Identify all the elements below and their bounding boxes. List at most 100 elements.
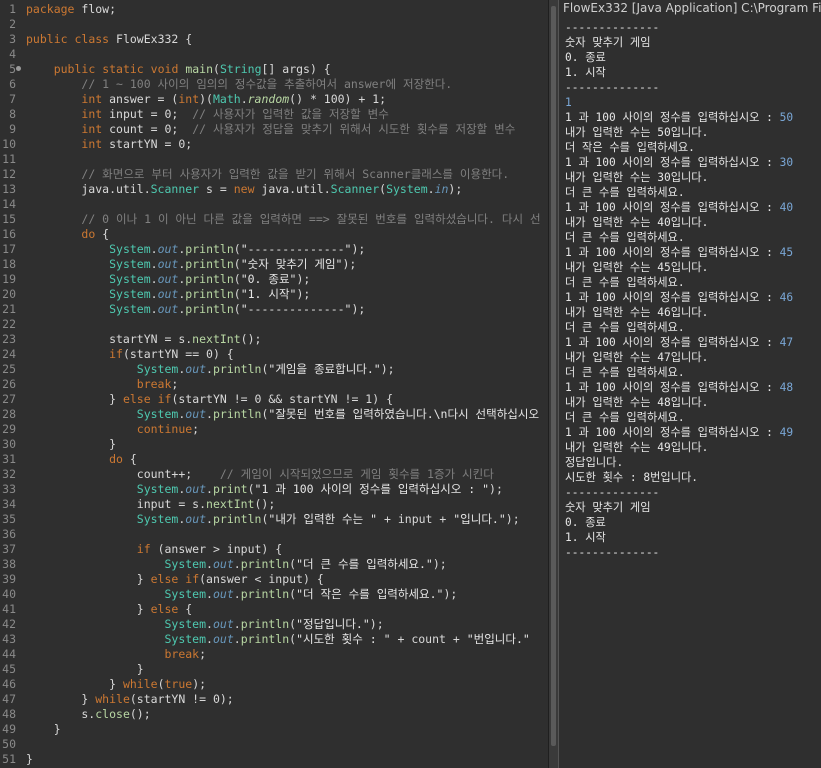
code-line[interactable]: } (26, 437, 116, 452)
code-line[interactable]: System.out.println("내가 입력한 수는 " + input … (26, 512, 520, 527)
line-number: 24 (2, 347, 16, 361)
line-number: 4 (9, 47, 16, 61)
code-line[interactable]: if(startYN == 0) { (26, 347, 234, 362)
line-number: 17 (2, 242, 16, 256)
console-line: 내가 입력한 수는 30입니다. (565, 171, 709, 184)
line-number: 34 (2, 497, 16, 511)
console-line: 1 과 100 사이의 정수를 입력하십시오 : 40 (565, 201, 794, 214)
code-line[interactable]: } (26, 662, 144, 677)
line-number: 44 (2, 647, 16, 661)
code-line[interactable]: public static void main(String[] args) { (26, 62, 331, 77)
code-line[interactable]: // 1 ~ 100 사이의 임의의 정수값을 추출하여서 answer에 저장… (26, 77, 452, 92)
line-number: 22 (2, 317, 16, 331)
console-line: 내가 입력한 수는 49입니다. (565, 441, 709, 454)
console-line: 내가 입력한 수는 50입니다. (565, 126, 709, 139)
console-line: -------------- (565, 21, 660, 34)
code-line[interactable]: System.out.println("--------------"); (26, 302, 365, 317)
code-line[interactable]: continue; (26, 422, 199, 437)
code-line[interactable]: System.out.println("정답입니다."); (26, 617, 383, 632)
code-line[interactable]: } else if(startYN != 0 && startYN != 1) … (26, 392, 393, 407)
line-number: 47 (2, 692, 16, 706)
line-number: 16 (2, 227, 16, 241)
console-line: 1 과 100 사이의 정수를 입력하십시오 : 48 (565, 381, 794, 394)
code-line[interactable]: } else if(answer < input) { (26, 572, 324, 587)
code-line[interactable]: System.out.println("게임을 종료합니다."); (26, 362, 395, 377)
console-line: 더 큰 수를 입력하세요. (565, 276, 685, 289)
console-line: 내가 입력한 수는 48입니다. (565, 396, 709, 409)
scrollbar-thumb[interactable] (551, 6, 556, 746)
code-line[interactable]: break; (26, 647, 206, 662)
code-line[interactable]: System.out.print("1 과 100 사이의 정수를 입력하십시오… (26, 482, 503, 497)
code-line[interactable]: int startYN = 0; (26, 137, 192, 152)
code-line[interactable]: System.out.println("숫자 맞추기 게임"); (26, 257, 356, 272)
console-line: 더 작은 수를 입력하세요. (565, 141, 695, 154)
line-number: 40 (2, 587, 16, 601)
code-line[interactable]: do { (26, 452, 137, 467)
console-line: 내가 입력한 수는 40입니다. (565, 216, 709, 229)
line-number: 14 (2, 197, 16, 211)
code-line[interactable]: System.out.println("더 작은 수를 입력하세요."); (26, 587, 457, 602)
code-line[interactable]: } (26, 722, 61, 737)
line-number: 29 (2, 422, 16, 436)
console-line: 숫자 맞추기 게임 (565, 36, 651, 49)
code-line[interactable]: System.out.println("1. 시작"); (26, 287, 310, 302)
code-line[interactable]: System.out.println("잘못된 번호를 입력하였습니다.\n다시… (26, 407, 539, 422)
line-number: 3 (9, 32, 16, 46)
console-line: 더 큰 수를 입력하세요. (565, 411, 685, 424)
code-line[interactable]: // 0 이나 1 이 아닌 다른 값을 입력하면 ==> 잘못된 번호를 입력… (26, 212, 540, 227)
override-marker-icon[interactable] (16, 66, 21, 71)
console-input-value: 49 (779, 426, 794, 439)
code-line[interactable]: s.close(); (26, 707, 150, 722)
console-line: 1. 시작 (565, 531, 606, 544)
line-number: 9 (9, 122, 16, 136)
console-line: 더 큰 수를 입력하세요. (565, 321, 685, 334)
code-line[interactable]: if (answer > input) { (26, 542, 282, 557)
console-line: -------------- (565, 81, 660, 94)
code-line[interactable]: System.out.println("--------------"); (26, 242, 365, 257)
code-line[interactable]: // 화면으로 부터 사용자가 입력한 값을 받기 위해서 Scanner클래스… (26, 167, 509, 182)
code-editor[interactable]: 1 2 3 4 5 6 7 8 9 10 11 12 13 14 15 16 17 18 19 20 21 22 23 24 2… (0, 0, 548, 768)
line-number: 39 (2, 572, 16, 586)
console-input-value: 46 (779, 291, 794, 304)
code-line[interactable]: } else { (26, 602, 192, 617)
code-line[interactable]: count++; // 게임이 시작되었으므로 게임 횟수를 1증가 시킨다 (26, 467, 494, 482)
console-line: 0. 종료 (565, 51, 606, 64)
code-line[interactable]: java.util.Scanner s = new java.util.Scan… (26, 182, 462, 197)
code-line[interactable]: } (26, 752, 33, 767)
line-number: 33 (2, 482, 16, 496)
line-number: 8 (9, 107, 16, 121)
line-number: 13 (2, 182, 16, 196)
line-number: 43 (2, 632, 16, 646)
code-line[interactable]: } while(startYN != 0); (26, 692, 233, 707)
console-line: -------------- (565, 486, 660, 499)
console-input-value: 47 (779, 336, 794, 349)
line-number: 11 (2, 152, 16, 166)
code-line[interactable]: input = s.nextInt(); (26, 497, 276, 512)
editor-vertical-scrollbar[interactable] (548, 0, 558, 768)
line-number: 25 (2, 362, 16, 376)
line-number: 36 (2, 527, 16, 541)
code-line[interactable]: startYN = s.nextInt(); (26, 332, 261, 347)
console-line: 더 큰 수를 입력하세요. (565, 186, 685, 199)
code-line[interactable]: } while(true); (26, 677, 206, 692)
line-number: 35 (2, 512, 16, 526)
console-line: 1 과 100 사이의 정수를 입력하십시오 : 49 (565, 426, 794, 439)
code-line[interactable]: public class FlowEx332 { (26, 32, 192, 47)
console-line: 내가 입력한 수는 47입니다. (565, 351, 709, 364)
code-line[interactable]: int count = 0; // 사용자가 정답을 맞추기 위해서 시도한 횟… (26, 122, 515, 137)
console-line: 내가 입력한 수는 46입니다. (565, 306, 709, 319)
console-line: 1 (565, 96, 572, 109)
code-line[interactable]: package flow; (26, 2, 116, 17)
console-line: -------------- (565, 546, 660, 559)
line-number: 49 (2, 722, 16, 736)
code-line[interactable]: break; (26, 377, 179, 392)
code-line[interactable]: do { (26, 227, 109, 242)
code-line[interactable]: int input = 0; // 사용자가 입력한 값을 저장할 변수 (26, 107, 388, 122)
line-number: 37 (2, 542, 16, 556)
code-line[interactable]: int answer = (int)(Math.random() * 100) … (26, 92, 386, 107)
code-line[interactable]: System.out.println("시도한 횟수 : " + count +… (26, 632, 529, 647)
code-line[interactable]: System.out.println("더 큰 수를 입력하세요."); (26, 557, 446, 572)
code-line[interactable]: System.out.println("0. 종료"); (26, 272, 310, 287)
console-input-value: 45 (779, 246, 794, 259)
console-view[interactable]: FlowEx332 [Java Application] C:\Program … (558, 0, 821, 768)
